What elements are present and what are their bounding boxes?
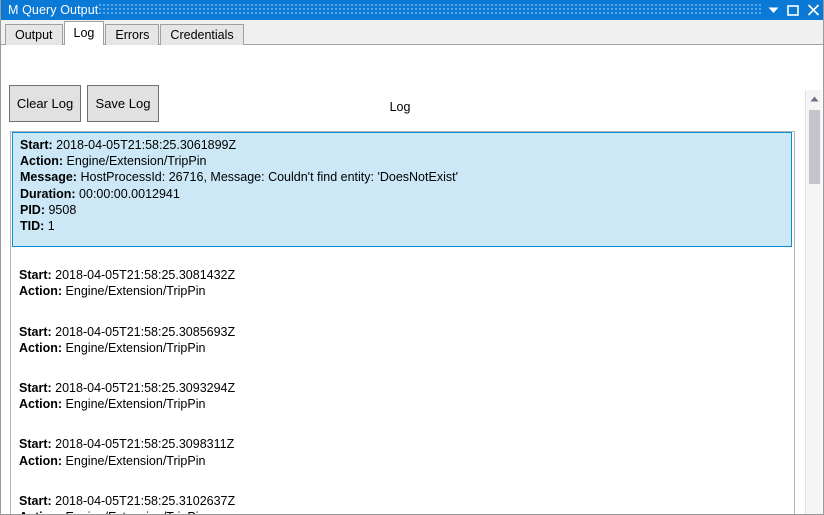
chevron-down-icon[interactable] [763, 0, 783, 20]
log-field-action: Action: Engine/Extension/TripPin [20, 153, 791, 169]
log-field-label: Message: [20, 170, 77, 185]
tab-errors[interactable]: Errors [105, 24, 160, 45]
list-item[interactable]: Start: 2018-04-05T21:58:25.3102637Z Acti… [11, 489, 794, 514]
log-field-value: 00:00:00.0012941 [79, 186, 180, 201]
log-field-action: Action: Engine/Extension/TripPin [19, 396, 794, 412]
log-field-label: Action: [19, 510, 62, 514]
log-field-value: 2018-04-05T21:58:25.3085693Z [55, 324, 236, 339]
list-item[interactable]: Start: 2018-04-05T21:58:25.3098311Z Acti… [11, 432, 794, 472]
maximize-icon[interactable] [783, 0, 803, 20]
list-item[interactable]: Start: 2018-04-05T21:58:25.3081432Z Acti… [11, 263, 794, 303]
log-field-tid: TID: 1 [20, 218, 791, 234]
log-field-value: Engine/Extension/TripPin [65, 284, 206, 299]
list-item[interactable]: Start: 2018-04-05T21:58:25.3093294Z Acti… [11, 376, 794, 416]
log-entry-list[interactable]: Start: 2018-04-05T21:58:25.3061899Z Acti… [10, 131, 795, 514]
window-title: M Query Output [8, 3, 99, 17]
log-field-value: 2018-04-05T21:58:25.3093294Z [55, 381, 236, 396]
vertical-scrollbar[interactable] [805, 90, 822, 514]
title-bar[interactable]: M Query Output [1, 0, 823, 20]
log-field-label: Start: [19, 268, 52, 283]
entry-spacer [11, 473, 794, 489]
list-item[interactable]: Start: 2018-04-05T21:58:25.3061899Z Acti… [12, 132, 792, 248]
window-controls [763, 0, 823, 20]
log-field-start: Start: 2018-04-05T21:58:25.3061899Z [20, 137, 791, 153]
log-field-label: TID: [20, 219, 45, 234]
log-field-label: PID: [20, 202, 45, 217]
log-field-value: 2018-04-05T21:58:25.3102637Z [55, 493, 236, 508]
log-field-start: Start: 2018-04-05T21:58:25.3102637Z [19, 493, 794, 509]
log-field-message: Message: HostProcessId: 26716, Message: … [20, 169, 791, 185]
log-field-value: 2018-04-05T21:58:25.3081432Z [55, 268, 236, 283]
log-field-start: Start: 2018-04-05T21:58:25.3085693Z [19, 324, 794, 340]
log-field-label: Action: [19, 340, 63, 355]
log-field-value: 2018-04-05T21:58:25.3061899Z [56, 138, 237, 152]
log-field-start: Start: 2018-04-05T21:58:25.3081432Z [19, 267, 794, 283]
log-toolbar: Clear Log Save Log [9, 85, 165, 122]
save-log-button[interactable]: Save Log [87, 85, 159, 122]
entry-spacer [11, 416, 794, 432]
log-field-label: Start: [20, 138, 53, 152]
log-field-label: Start: [19, 381, 52, 396]
log-field-value: Engine/Extension/TripPin [65, 340, 206, 355]
log-field-pid: PID: 9508 [20, 202, 791, 218]
log-field-label: Start: [19, 493, 52, 508]
tab-output[interactable]: Output [5, 24, 63, 45]
log-field-label: Action: [20, 154, 64, 169]
log-field-value: Engine/Extension/TripPin [65, 397, 206, 412]
clear-log-button[interactable]: Clear Log [9, 85, 81, 122]
log-field-start: Start: 2018-04-05T21:58:25.3098311Z [19, 436, 794, 452]
log-field-value: Engine/Extension/TripPin [66, 510, 206, 514]
log-field-value: Engine/Extension/TripPin [66, 154, 207, 169]
log-field-label: Action: [19, 453, 63, 468]
tab-credentials[interactable]: Credentials [160, 24, 244, 45]
log-field-label: Start: [19, 324, 52, 339]
log-field-label: Duration: [20, 186, 76, 201]
log-field-label: Action: [19, 397, 63, 412]
title-bar-grip [99, 4, 761, 16]
scrollbar-thumb[interactable] [809, 110, 820, 184]
log-field-action: Action: Engine/Extension/TripPin [19, 340, 794, 356]
log-field-start: Start: 2018-04-05T21:58:25.3093294Z [19, 380, 794, 396]
log-field-value: 9508 [48, 202, 77, 217]
close-icon[interactable] [803, 0, 823, 20]
log-field-value: HostProcessId: 26716, Message: Couldn't … [80, 170, 458, 185]
log-field-value: 1 [47, 219, 55, 234]
entry-spacer [11, 247, 794, 263]
log-panel: Log Clear Log Save Log Start: 2018-04-05… [1, 45, 823, 514]
tab-strip: Output Log Errors Credentials [1, 20, 823, 45]
log-field-value: Engine/Extension/TripPin [65, 453, 206, 468]
log-field-label: Action: [19, 284, 63, 299]
log-field-label: Start: [19, 437, 52, 452]
log-field-action: Action: Engine/Extension/TripPin [19, 453, 794, 469]
list-item[interactable]: Start: 2018-04-05T21:58:25.3085693Z Acti… [11, 320, 794, 360]
tab-log[interactable]: Log [63, 21, 105, 45]
m-query-output-window: M Query Output Output Log Errors Credent… [0, 0, 824, 515]
log-field-duration: Duration: 00:00:00.0012941 [20, 186, 791, 202]
entry-spacer [11, 360, 794, 376]
entry-spacer [11, 304, 794, 320]
log-field-action: Action: Engine/Extension/TripPin [19, 509, 794, 514]
log-field-action: Action: Engine/Extension/TripPin [19, 283, 794, 299]
log-field-value: 2018-04-05T21:58:25.3098311Z [55, 437, 235, 452]
scroll-up-icon[interactable] [806, 90, 822, 107]
